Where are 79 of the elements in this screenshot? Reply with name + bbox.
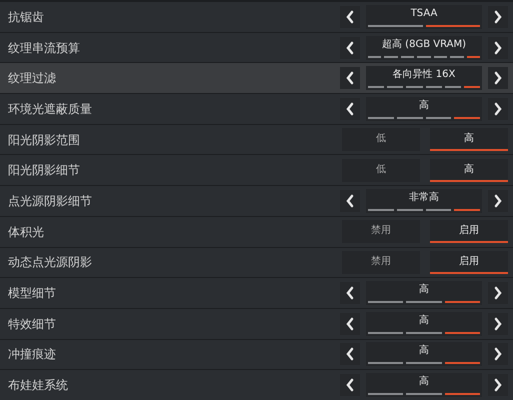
option-button[interactable]: 低	[342, 158, 420, 182]
previous-button[interactable]	[340, 282, 360, 304]
option-button[interactable]: 启用	[430, 220, 508, 244]
chevron-right-icon	[492, 40, 504, 56]
next-button[interactable]	[488, 98, 508, 120]
previous-button[interactable]	[340, 36, 360, 59]
settings-row[interactable]: 纹理过滤 各向异性 16X	[0, 63, 513, 94]
settings-row[interactable]: 阳光阴影细节 低 高	[0, 155, 513, 186]
previous-button[interactable]	[340, 190, 360, 212]
next-button[interactable]	[488, 312, 508, 335]
option-button[interactable]: 高	[430, 128, 508, 152]
next-button[interactable]	[488, 190, 508, 212]
settings-row[interactable]: 布娃娃系统 高	[0, 370, 513, 400]
next-button[interactable]	[488, 374, 508, 396]
settings-row[interactable]: 抗锯齿 TSAA	[0, 2, 513, 32]
settings-row[interactable]: 点光源阴影细节 非常高	[0, 186, 513, 216]
setting-label: 纹理串流预算	[8, 40, 80, 57]
chevron-right-icon	[492, 377, 504, 394]
chevron-right-icon	[492, 100, 504, 117]
previous-button[interactable]	[340, 374, 360, 396]
settings-row[interactable]: 体积光 禁用 启用	[0, 216, 513, 246]
settings-row[interactable]: 动态点光源阴影 禁用 启用	[0, 248, 513, 278]
option-value: 高	[419, 284, 429, 296]
setting-label: 动态点光源阴影	[8, 254, 92, 272]
next-button[interactable]	[488, 36, 508, 59]
option-value: 高	[419, 314, 429, 327]
chevron-right-icon	[492, 316, 504, 332]
settings-row[interactable]: 特效细节 高	[0, 308, 513, 339]
setting-label: 纹理过滤	[8, 70, 56, 88]
option-button[interactable]: 低	[342, 128, 420, 152]
chevron-right-icon	[492, 346, 504, 362]
option-value: TSAA	[410, 8, 438, 20]
settings-row[interactable]: 环境光遮蔽质量 高	[0, 94, 513, 124]
chevron-left-icon	[344, 192, 356, 209]
previous-button[interactable]	[340, 98, 360, 120]
option-button[interactable]: 启用	[430, 250, 508, 274]
next-button[interactable]	[488, 6, 508, 28]
setting-label: 体积光	[8, 224, 44, 241]
option-button[interactable]: 禁用	[342, 250, 420, 274]
chevron-left-icon	[344, 40, 356, 56]
chevron-right-icon	[492, 8, 504, 25]
settings-row[interactable]: 阳光阴影范围 低 高	[0, 124, 513, 154]
chevron-left-icon	[344, 285, 356, 302]
next-button[interactable]	[488, 343, 508, 366]
setting-label: 抗锯齿	[8, 8, 44, 26]
setting-label: 冲撞痕迹	[8, 346, 56, 364]
chevron-left-icon	[344, 377, 356, 394]
chevron-left-icon	[344, 70, 356, 86]
chevron-left-icon	[344, 100, 356, 117]
option-value: 高	[419, 345, 429, 358]
next-button[interactable]	[488, 67, 508, 90]
option-value: 高	[419, 376, 429, 388]
chevron-left-icon	[344, 8, 356, 25]
option-value: 非常高	[409, 192, 439, 204]
previous-button[interactable]	[340, 312, 360, 335]
previous-button[interactable]	[340, 343, 360, 366]
option-button[interactable]: 禁用	[342, 220, 420, 244]
chevron-right-icon	[492, 192, 504, 209]
option-value: 高	[419, 100, 429, 112]
option-value: 超高 (8GB VRAM)	[382, 38, 466, 51]
settings-row[interactable]: 纹理串流预算 超高 (8GB VRAM)	[0, 32, 513, 62]
settings-row[interactable]: 模型细节 高	[0, 278, 513, 308]
setting-label: 布娃娃系统	[8, 377, 68, 394]
settings-row[interactable]: 冲撞痕迹 高	[0, 340, 513, 370]
setting-label: 模型细节	[8, 285, 56, 302]
next-button[interactable]	[488, 282, 508, 304]
chevron-right-icon	[492, 285, 504, 302]
option-value: 各向异性 16X	[392, 69, 456, 82]
chevron-left-icon	[344, 316, 356, 332]
setting-label: 特效细节	[8, 316, 56, 333]
setting-label: 环境光遮蔽质量	[8, 100, 92, 118]
previous-button[interactable]	[340, 6, 360, 28]
setting-label: 阳光阴影范围	[8, 132, 80, 149]
chevron-right-icon	[492, 70, 504, 86]
setting-label: 点光源阴影细节	[8, 192, 92, 210]
chevron-left-icon	[344, 346, 356, 362]
previous-button[interactable]	[340, 67, 360, 90]
option-button[interactable]: 高	[430, 158, 508, 182]
setting-label: 阳光阴影细节	[8, 162, 80, 180]
